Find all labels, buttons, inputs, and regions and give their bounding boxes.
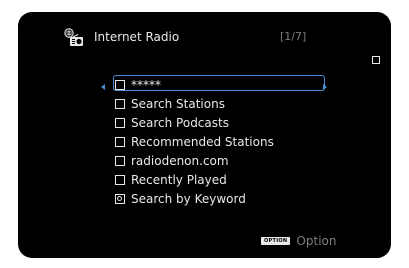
- menu-item-icon: [115, 98, 125, 109]
- menu-item-recommended-stations[interactable]: Recommended Stations: [115, 133, 274, 150]
- menu-item-search-stations[interactable]: Search Stations: [115, 95, 225, 112]
- menu-item-search-podcasts[interactable]: Search Podcasts: [115, 114, 229, 131]
- option-label: Option: [296, 234, 337, 248]
- menu-item-label: Search by Keyword: [131, 191, 246, 206]
- screen: Internet Radio [1/7] ***** Search Statio…: [18, 12, 391, 258]
- menu-item-label: Search Stations: [131, 96, 225, 111]
- status-box-icon: [372, 56, 380, 64]
- menu-item-radiodenon[interactable]: radiodenon.com: [115, 152, 229, 169]
- left-arrow-icon[interactable]: [101, 84, 105, 90]
- menu-item-favorites[interactable]: *****: [115, 76, 161, 93]
- menu-item-recently-played[interactable]: Recently Played: [115, 171, 227, 188]
- option-hint: OPTION Option: [261, 234, 336, 248]
- menu-item-label: *****: [131, 77, 161, 92]
- page-indicator: [1/7]: [280, 30, 307, 43]
- option-badge: OPTION: [261, 237, 291, 245]
- search-icon: [115, 193, 125, 204]
- menu-item-icon: [115, 174, 125, 185]
- menu-item-icon: [115, 117, 125, 128]
- menu-item-label: Search Podcasts: [131, 115, 229, 130]
- menu-item-search-by-keyword[interactable]: Search by Keyword: [115, 190, 246, 207]
- menu-item-label: radiodenon.com: [131, 153, 229, 168]
- screen-title: Internet Radio: [94, 30, 180, 44]
- menu-item-label: Recently Played: [131, 172, 227, 187]
- menu-item-icon: [115, 79, 125, 90]
- menu-item-icon: [115, 155, 125, 166]
- menu-item-label: Recommended Stations: [131, 134, 274, 149]
- menu-item-icon: [115, 136, 125, 147]
- internet-radio-icon: [64, 28, 83, 46]
